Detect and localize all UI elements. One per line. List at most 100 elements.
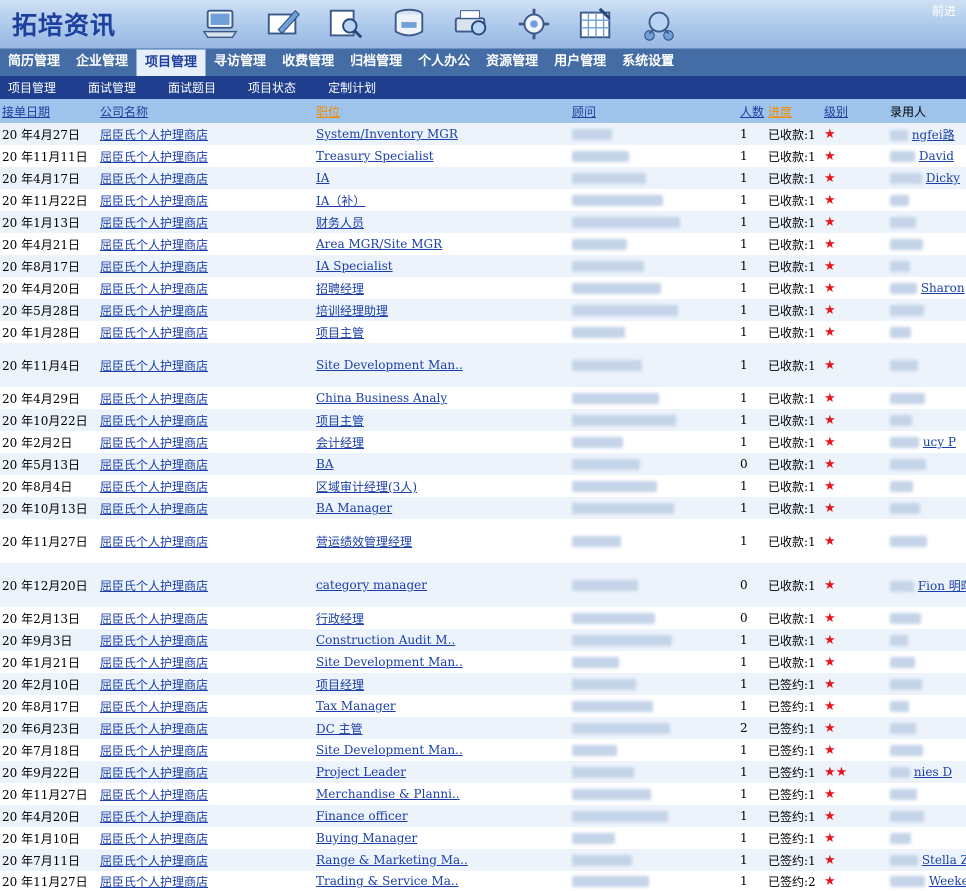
position-link[interactable]: Merchandise & Planni.. (316, 787, 460, 801)
position-link[interactable]: Tax Manager (316, 699, 396, 713)
position-link[interactable]: System/Inventory MGR (316, 127, 458, 141)
settings-icon[interactable] (503, 3, 566, 45)
hired-link[interactable]: Stella Z (922, 853, 966, 867)
main-nav-item[interactable]: 企业管理 (68, 49, 136, 76)
company-link[interactable]: 屈臣氏个人护理商店 (100, 656, 208, 670)
edit-icon[interactable] (253, 3, 316, 45)
company-link[interactable]: 屈臣氏个人护理商店 (100, 766, 208, 780)
position-link[interactable]: BA (316, 457, 333, 471)
company-link[interactable]: 屈臣氏个人护理商店 (100, 854, 208, 868)
position-link[interactable]: Site Development Man.. (316, 358, 463, 372)
company-link[interactable]: 屈臣氏个人护理商店 (100, 128, 208, 142)
position-link[interactable]: 营运绩效管理经理 (316, 535, 412, 549)
position-link[interactable]: 会计经理 (316, 436, 364, 450)
sub-nav-item[interactable]: 项目状态 (240, 79, 304, 96)
position-link[interactable]: Area MGR/Site MGR (316, 237, 442, 251)
position-link[interactable]: Site Development Man.. (316, 655, 463, 669)
sub-nav-item[interactable]: 面试管理 (80, 79, 144, 96)
position-link[interactable]: 项目经理 (316, 678, 364, 692)
company-link[interactable]: 屈臣氏个人护理商店 (100, 172, 208, 186)
main-nav-item[interactable]: 资源管理 (478, 49, 546, 76)
company-link[interactable]: 屈臣氏个人护理商店 (100, 414, 208, 428)
position-link[interactable]: 行政经理 (316, 612, 364, 626)
company-link[interactable]: 屈臣氏个人护理商店 (100, 150, 208, 164)
position-link[interactable]: Buying Manager (316, 831, 417, 845)
hired-link[interactable]: Fion 明晖 (918, 579, 966, 593)
company-link[interactable]: 屈臣氏个人护理商店 (100, 722, 208, 736)
sub-nav-item[interactable]: 定制计划 (320, 79, 384, 96)
col-count-header[interactable]: 人数 (740, 105, 764, 119)
company-link[interactable]: 屈臣氏个人护理商店 (100, 579, 208, 593)
col-company-header[interactable]: 公司名称 (100, 105, 148, 119)
main-nav-item[interactable]: 项目管理 (136, 49, 207, 76)
col-consultant-header[interactable]: 顾问 (572, 105, 596, 119)
company-link[interactable]: 屈臣氏个人护理商店 (100, 480, 208, 494)
company-link[interactable]: 屈臣氏个人护理商店 (100, 700, 208, 714)
company-link[interactable]: 屈臣氏个人护理商店 (100, 634, 208, 648)
position-link[interactable]: Range & Marketing Ma.. (316, 853, 468, 867)
company-link[interactable]: 屈臣氏个人护理商店 (100, 194, 208, 208)
position-link[interactable]: 培训经理助理 (316, 304, 388, 318)
hired-link[interactable]: David (919, 149, 954, 163)
position-link[interactable]: Construction Audit M.. (316, 633, 455, 647)
company-link[interactable]: 屈臣氏个人护理商店 (100, 832, 208, 846)
main-nav-item[interactable]: 简历管理 (0, 49, 68, 76)
main-nav-item[interactable]: 寻访管理 (206, 49, 274, 76)
position-link[interactable]: 项目主管 (316, 326, 364, 340)
company-link[interactable]: 屈臣氏个人护理商店 (100, 810, 208, 824)
company-link[interactable]: 屈臣氏个人护理商店 (100, 282, 208, 296)
main-nav-item[interactable]: 收费管理 (274, 49, 342, 76)
main-nav-item[interactable]: 个人办公 (410, 49, 478, 76)
position-link[interactable]: 区域审计经理(3人) (316, 480, 417, 494)
position-link[interactable]: DC 主管 (316, 722, 363, 736)
col-position-header[interactable]: 职位 (316, 105, 340, 119)
search-icon[interactable] (315, 3, 378, 45)
company-link[interactable]: 屈臣氏个人护理商店 (100, 535, 208, 549)
calendar-icon[interactable] (565, 3, 628, 45)
network-icon[interactable] (628, 3, 691, 45)
company-link[interactable]: 屈臣氏个人护理商店 (100, 678, 208, 692)
company-link[interactable]: 屈臣氏个人护理商店 (100, 788, 208, 802)
company-link[interactable]: 屈臣氏个人护理商店 (100, 744, 208, 758)
col-progress-header[interactable]: 进度 (768, 105, 792, 119)
company-link[interactable]: 屈臣氏个人护理商店 (100, 875, 208, 889)
hired-link[interactable]: Weeke (929, 874, 966, 888)
hired-link[interactable]: ucy P (923, 435, 956, 449)
position-link[interactable]: Finance officer (316, 809, 408, 823)
forward-button[interactable]: 前进 (932, 2, 956, 19)
database-icon[interactable] (378, 3, 441, 45)
position-link[interactable]: IA（补） (316, 194, 365, 208)
laptop-icon[interactable] (190, 3, 253, 45)
company-link[interactable]: 屈臣氏个人护理商店 (100, 359, 208, 373)
sub-nav-item[interactable]: 项目管理 (0, 79, 64, 96)
company-link[interactable]: 屈臣氏个人护理商店 (100, 458, 208, 472)
print-icon[interactable] (440, 3, 503, 45)
company-link[interactable]: 屈臣氏个人护理商店 (100, 392, 208, 406)
company-link[interactable]: 屈臣氏个人护理商店 (100, 612, 208, 626)
position-link[interactable]: Project Leader (316, 765, 406, 779)
col-date-header[interactable]: 接单日期 (2, 105, 50, 119)
position-link[interactable]: China Business Analy (316, 391, 447, 405)
position-link[interactable]: IA (316, 171, 329, 185)
position-link[interactable]: category manager (316, 578, 427, 592)
company-link[interactable]: 屈臣氏个人护理商店 (100, 260, 208, 274)
col-level-header[interactable]: 级别 (824, 105, 848, 119)
company-link[interactable]: 屈臣氏个人护理商店 (100, 304, 208, 318)
hired-link[interactable]: ngfei路 (912, 128, 955, 142)
position-link[interactable]: BA Manager (316, 501, 392, 515)
company-link[interactable]: 屈臣氏个人护理商店 (100, 436, 208, 450)
position-link[interactable]: 招聘经理 (316, 282, 364, 296)
company-link[interactable]: 屈臣氏个人护理商店 (100, 326, 208, 340)
position-link[interactable]: 财务人员 (316, 216, 364, 230)
position-link[interactable]: IA Specialist (316, 259, 393, 273)
hired-link[interactable]: nies D (914, 765, 952, 779)
position-link[interactable]: 项目主管 (316, 414, 364, 428)
sub-nav-item[interactable]: 面试题目 (160, 79, 224, 96)
position-link[interactable]: Treasury Specialist (316, 149, 434, 163)
company-link[interactable]: 屈臣氏个人护理商店 (100, 502, 208, 516)
main-nav-item[interactable]: 用户管理 (546, 49, 614, 76)
main-nav-item[interactable]: 归档管理 (342, 49, 410, 76)
company-link[interactable]: 屈臣氏个人护理商店 (100, 216, 208, 230)
main-nav-item[interactable]: 系统设置 (614, 49, 682, 76)
hired-link[interactable]: Sharon (921, 281, 965, 295)
